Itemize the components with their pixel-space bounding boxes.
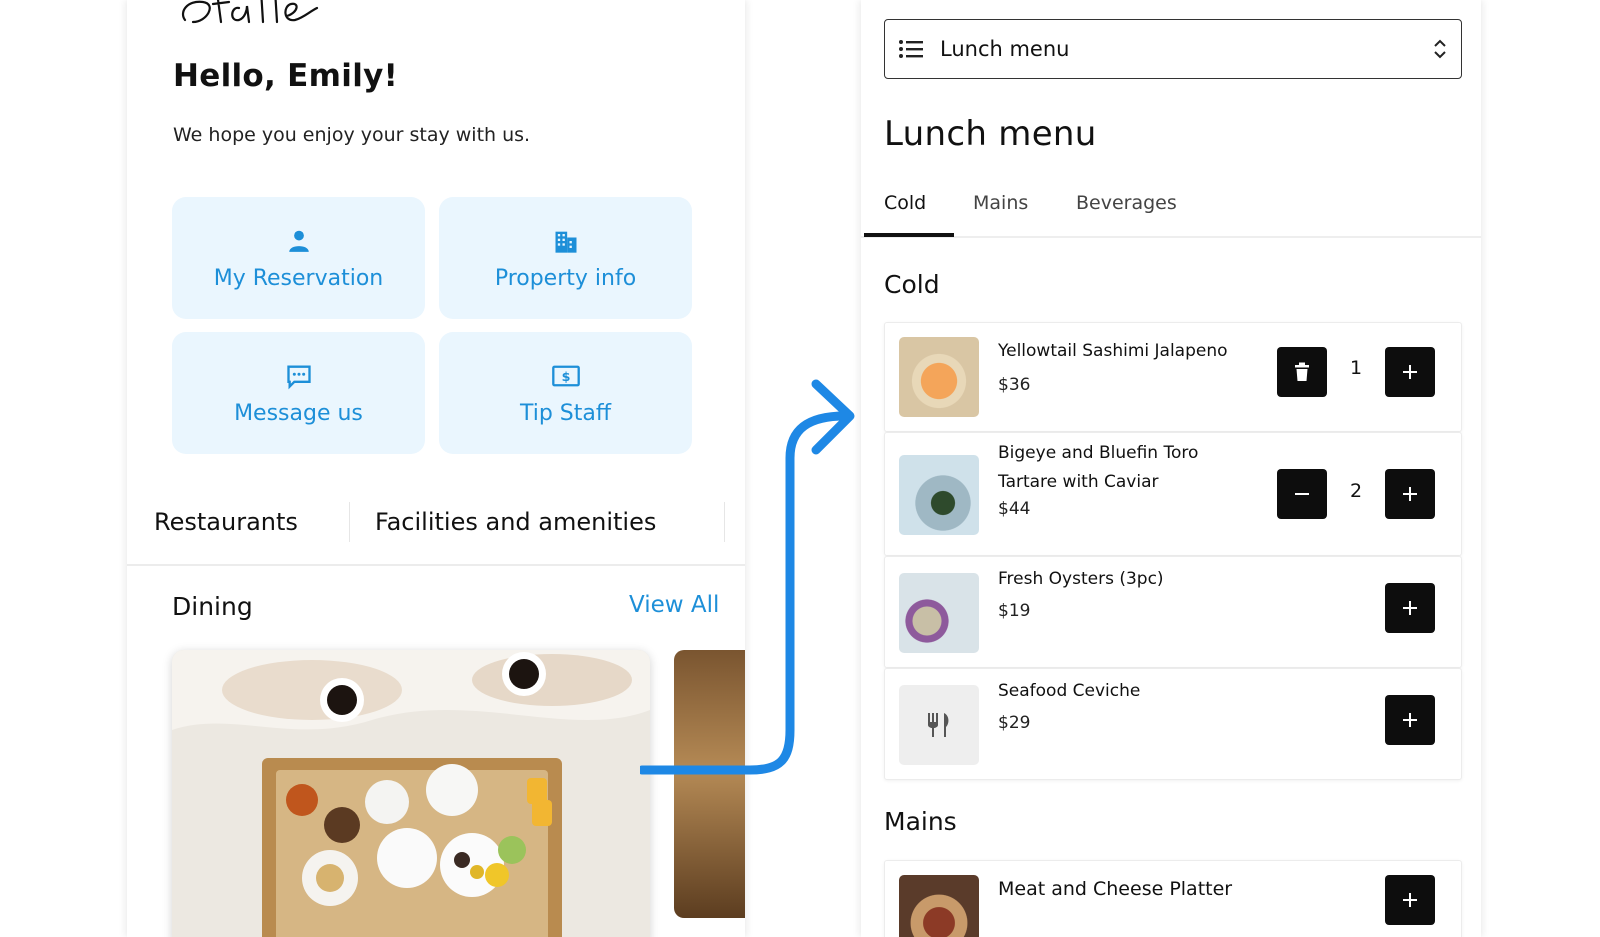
dish-photo-placeholder xyxy=(899,685,979,765)
chevron-up-down-icon xyxy=(1433,37,1447,61)
plus-icon xyxy=(1403,365,1417,379)
menu-item: Seafood Ceviche $29 xyxy=(884,668,1462,780)
plus-icon xyxy=(1403,601,1417,615)
svg-text:$: $ xyxy=(561,369,570,384)
my-reservation-button[interactable]: My Reservation xyxy=(172,197,425,319)
menu-item: Meat and Cheese Platter xyxy=(884,860,1462,937)
remove-item-button[interactable] xyxy=(1277,347,1327,397)
item-price: $19 xyxy=(998,601,1031,621)
item-price: $29 xyxy=(998,713,1031,733)
dollar-bill-icon: $ xyxy=(551,361,581,391)
menu-item: Bigeye and Bluefin Toro Tartare with Cav… xyxy=(884,432,1462,556)
item-name: Fresh Oysters (3pc) xyxy=(998,569,1164,589)
message-us-label: Message us xyxy=(234,400,363,426)
item-name: Bigeye and Bluefin Toro Tartare with Cav… xyxy=(998,443,1199,492)
list-icon xyxy=(898,38,924,60)
person-icon xyxy=(286,226,312,256)
dish-photo xyxy=(899,573,979,653)
building-icon xyxy=(552,226,580,256)
minus-icon xyxy=(1295,493,1309,495)
add-item-button[interactable] xyxy=(1385,583,1435,633)
flow-arrow-icon xyxy=(640,379,855,775)
menu-title: Lunch menu xyxy=(884,114,1097,154)
active-tab-indicator xyxy=(864,233,954,237)
dish-photo xyxy=(899,455,979,535)
welcome-message: We hope you enjoy your stay with us. xyxy=(173,124,531,146)
dish-photo xyxy=(899,337,979,417)
section-title-cold: Cold xyxy=(884,270,940,299)
menu-item: Fresh Oysters (3pc) $19 xyxy=(884,556,1462,668)
fork-knife-icon xyxy=(928,713,949,737)
dish-photo xyxy=(899,875,979,937)
item-name: Seafood Ceviche xyxy=(998,681,1141,701)
tab-mains[interactable]: Mains xyxy=(973,192,1028,214)
property-info-label: Property info xyxy=(494,265,637,291)
message-us-button[interactable]: Message us xyxy=(172,332,425,454)
dining-card[interactable] xyxy=(172,650,650,937)
item-name: Meat and Cheese Platter xyxy=(998,878,1233,900)
hotel-logo xyxy=(181,0,319,24)
menu-select-dropdown[interactable]: Lunch menu xyxy=(884,19,1462,79)
property-info-button[interactable]: Property info xyxy=(439,197,692,319)
plus-icon xyxy=(1403,713,1417,727)
item-quantity: 2 xyxy=(1349,480,1363,502)
chat-icon xyxy=(285,361,313,391)
increase-quantity-button[interactable] xyxy=(1385,347,1435,397)
tab-beverages[interactable]: Beverages xyxy=(1076,192,1177,214)
plus-icon xyxy=(1403,893,1417,907)
item-quantity: 1 xyxy=(1349,357,1363,379)
tip-staff-label: Tip Staff xyxy=(519,400,612,426)
breakfast-tray-image xyxy=(172,650,650,937)
item-price: $44 xyxy=(998,499,1031,519)
increase-quantity-button[interactable] xyxy=(1385,469,1435,519)
item-price: $36 xyxy=(998,375,1031,395)
trash-icon xyxy=(1295,362,1309,381)
menu-tabs: Cold Mains Beverages xyxy=(861,178,1481,238)
tab-cold[interactable]: Cold xyxy=(884,192,926,214)
tab-restaurants[interactable]: Restaurants xyxy=(154,508,298,536)
tab-divider xyxy=(349,502,350,542)
tab-facilities-and-amenities[interactable]: Facilities and amenities xyxy=(375,508,656,536)
menu-select-value: Lunch menu xyxy=(940,37,1070,61)
decrease-quantity-button[interactable] xyxy=(1277,469,1327,519)
section-title-mains: Mains xyxy=(884,807,957,836)
my-reservation-label: My Reservation xyxy=(213,265,384,291)
add-item-button[interactable] xyxy=(1385,875,1435,925)
greeting-heading: Hello, Emily! xyxy=(173,58,399,94)
lunch-menu-screen: Lunch menu Lunch menu Cold Mains Beverag… xyxy=(861,0,1481,937)
add-item-button[interactable] xyxy=(1385,695,1435,745)
menu-item: Yellowtail Sashimi Jalapeno $36 1 xyxy=(884,322,1462,432)
item-name: Yellowtail Sashimi Jalapeno xyxy=(998,341,1228,361)
dining-section-title: Dining xyxy=(172,592,253,621)
plus-icon xyxy=(1403,487,1417,501)
